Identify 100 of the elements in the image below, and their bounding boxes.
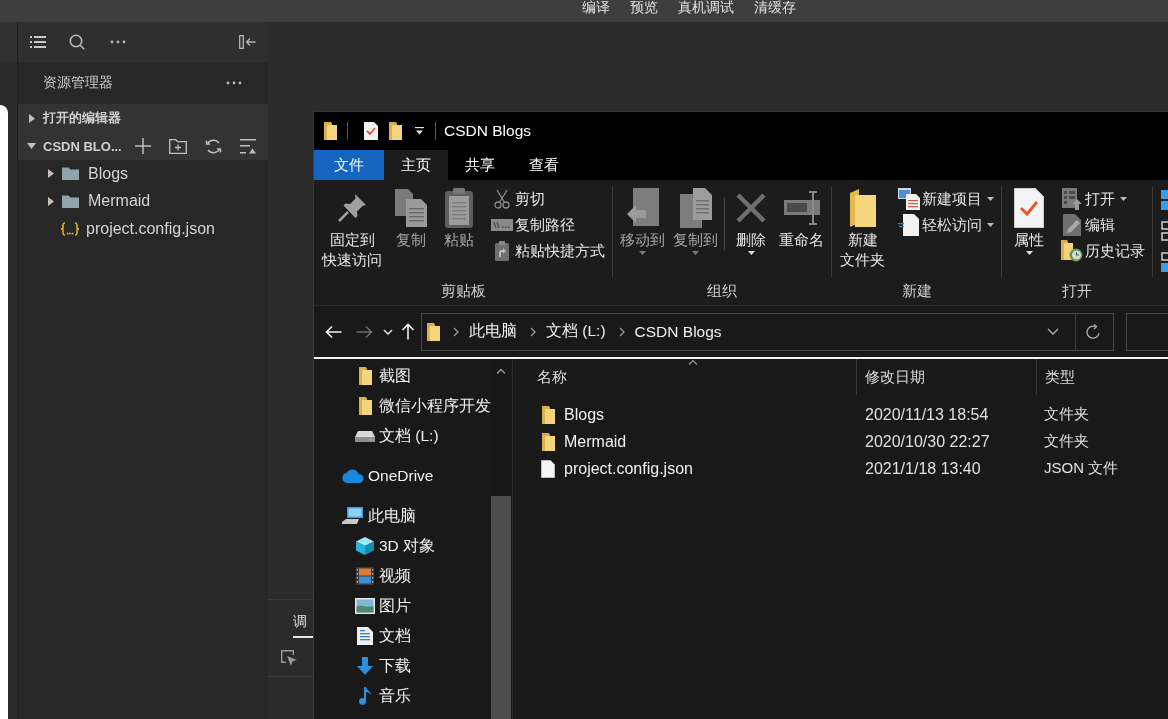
pushpin-icon <box>337 193 367 223</box>
new-folder-icon[interactable] <box>169 138 187 154</box>
ribbon-button[interactable]: 删除 <box>729 186 773 255</box>
type-cell: JSON 文件 <box>1044 459 1119 478</box>
folder-icon <box>541 432 555 451</box>
dropdown-caret-icon[interactable] <box>415 127 424 135</box>
address-field[interactable]: 此电脑 文档 (L:) CSDN Blogs <box>421 312 1114 351</box>
x-icon <box>736 193 766 223</box>
file-name[interactable]: Blogs <box>564 405 605 424</box>
nav-item[interactable]: 此电脑 <box>314 501 491 531</box>
section-header[interactable]: CSDN BLO... <box>18 132 268 160</box>
tree-item[interactable]: project.config.json <box>18 215 268 243</box>
column-header[interactable]: 修改日期 <box>856 359 1036 395</box>
breadcrumb[interactable]: 此电脑 <box>469 321 517 342</box>
date-cell: 2020/10/30 22:27 <box>865 432 990 451</box>
pencil-icon <box>1063 214 1081 236</box>
nav-item[interactable]: 文档 (L:) <box>314 421 491 451</box>
ribbon-button[interactable]: 轻松访问 <box>896 212 996 238</box>
ribbon-tab[interactable]: 主页 <box>384 150 448 180</box>
ribbon-tab[interactable]: 查看 <box>512 150 576 180</box>
more-icon[interactable] <box>226 81 242 85</box>
folder-icon <box>541 405 555 424</box>
checkmark-page-icon <box>1014 188 1044 228</box>
nav-item[interactable]: OneDrive <box>314 461 491 491</box>
cube-icon <box>356 537 374 555</box>
toolbar-label[interactable]: 清缓存 <box>754 0 796 15</box>
ribbon-button[interactable]: 重命名 <box>777 186 826 250</box>
folder-icon <box>358 367 372 385</box>
breadcrumb[interactable]: CSDN Blogs <box>634 322 722 341</box>
file-icon <box>541 459 555 478</box>
tree-item[interactable]: Blogs <box>18 160 268 188</box>
breadcrumb[interactable]: 文档 (L:) <box>546 321 606 342</box>
page-icon <box>898 214 920 236</box>
plus-icon[interactable] <box>135 138 151 154</box>
file-name[interactable]: Mermaid <box>564 432 627 451</box>
nav-item[interactable]: 截图 <box>314 361 491 391</box>
text-field-icon <box>491 218 513 232</box>
list-arrow-icon <box>1062 188 1082 210</box>
type-cell: 文件夹 <box>1044 432 1089 451</box>
pages-icon <box>678 188 713 228</box>
nav-item[interactable]: 3D 对象 <box>314 531 491 561</box>
ribbon-button[interactable]: 新建文件夹 <box>837 186 888 270</box>
nav-item[interactable]: 文档 <box>314 621 491 651</box>
toolbar-label[interactable]: 编译 <box>582 0 610 15</box>
folder-icon <box>848 189 877 227</box>
chevron-right-icon[interactable] <box>453 326 459 337</box>
folder-icon[interactable] <box>389 122 402 140</box>
clipboard-icon <box>444 188 474 228</box>
chevron-up-icon[interactable] <box>496 368 506 374</box>
collapse-all-icon[interactable] <box>240 138 256 154</box>
list-icon[interactable] <box>30 35 46 49</box>
chevron-right-icon[interactable] <box>618 326 625 337</box>
ribbon-button[interactable]: 编辑 <box>1059 212 1147 238</box>
chevron-right-icon[interactable] <box>530 326 536 337</box>
nav-item[interactable]: 微信小程序开发 <box>314 391 491 421</box>
column-header[interactable]: 类型 <box>1036 359 1168 395</box>
group-label: 剪贴板 <box>439 281 487 301</box>
group-label: 新建 <box>900 281 933 301</box>
nav-item[interactable]: 图片 <box>314 591 491 621</box>
toolbar-label[interactable]: 真机调试 <box>678 0 734 15</box>
ribbon-button[interactable]: 剪切 <box>489 186 607 212</box>
checkmark-page-icon[interactable] <box>364 122 378 140</box>
inspect-icon[interactable] <box>281 650 298 667</box>
scrollbar-thumb[interactable] <box>491 496 511 719</box>
ribbon-button[interactable]: 新建项目 <box>896 186 996 212</box>
page-arrow-icon <box>625 188 660 228</box>
file-name[interactable]: project.config.json <box>564 459 693 478</box>
arrow-down-icon <box>356 657 374 675</box>
folder-icon <box>62 194 79 208</box>
tree-item[interactable]: Mermaid <box>18 187 268 215</box>
refresh-icon[interactable] <box>1086 323 1101 340</box>
toolbar-label[interactable]: 预览 <box>630 0 658 15</box>
drive-icon <box>355 430 375 442</box>
refresh-icon[interactable] <box>205 137 222 155</box>
folder-icon <box>427 322 440 341</box>
ribbon-button[interactable]: 复制路径 <box>489 212 607 238</box>
folder-icon[interactable] <box>324 122 337 140</box>
search-icon[interactable] <box>69 34 85 50</box>
text-cursor-icon <box>782 191 821 225</box>
group-label: 打开 <box>1061 281 1093 301</box>
nav-item[interactable]: 视频 <box>314 561 491 591</box>
nav-item[interactable]: 下载 <box>314 651 491 681</box>
folder-icon <box>62 167 79 181</box>
ribbon-button[interactable]: 属性 <box>1007 186 1051 255</box>
more-icon[interactable] <box>110 40 126 44</box>
ribbon-button[interactable]: 粘贴快捷方式 <box>489 238 607 264</box>
panel-title: 资源管理器 <box>43 74 113 92</box>
ribbon-button[interactable]: 固定到快速访问 <box>319 186 385 270</box>
ribbon-button[interactable]: 打开 <box>1059 186 1147 212</box>
column-header[interactable]: 名称 <box>513 359 856 395</box>
ribbon-button[interactable]: 历史记录 <box>1059 238 1147 264</box>
chevron-down-icon[interactable] <box>1047 328 1059 335</box>
braces-icon <box>60 221 80 236</box>
music-note-icon <box>358 687 372 705</box>
arrow-left-icon <box>325 324 342 339</box>
nav-item[interactable]: 音乐 <box>314 681 491 711</box>
ribbon-tab[interactable]: 共享 <box>448 150 512 180</box>
file-menu-tab[interactable]: 文件 <box>314 150 384 180</box>
collapse-panel-icon[interactable] <box>239 35 256 49</box>
section-header[interactable]: 打开的编辑器 <box>18 104 268 132</box>
